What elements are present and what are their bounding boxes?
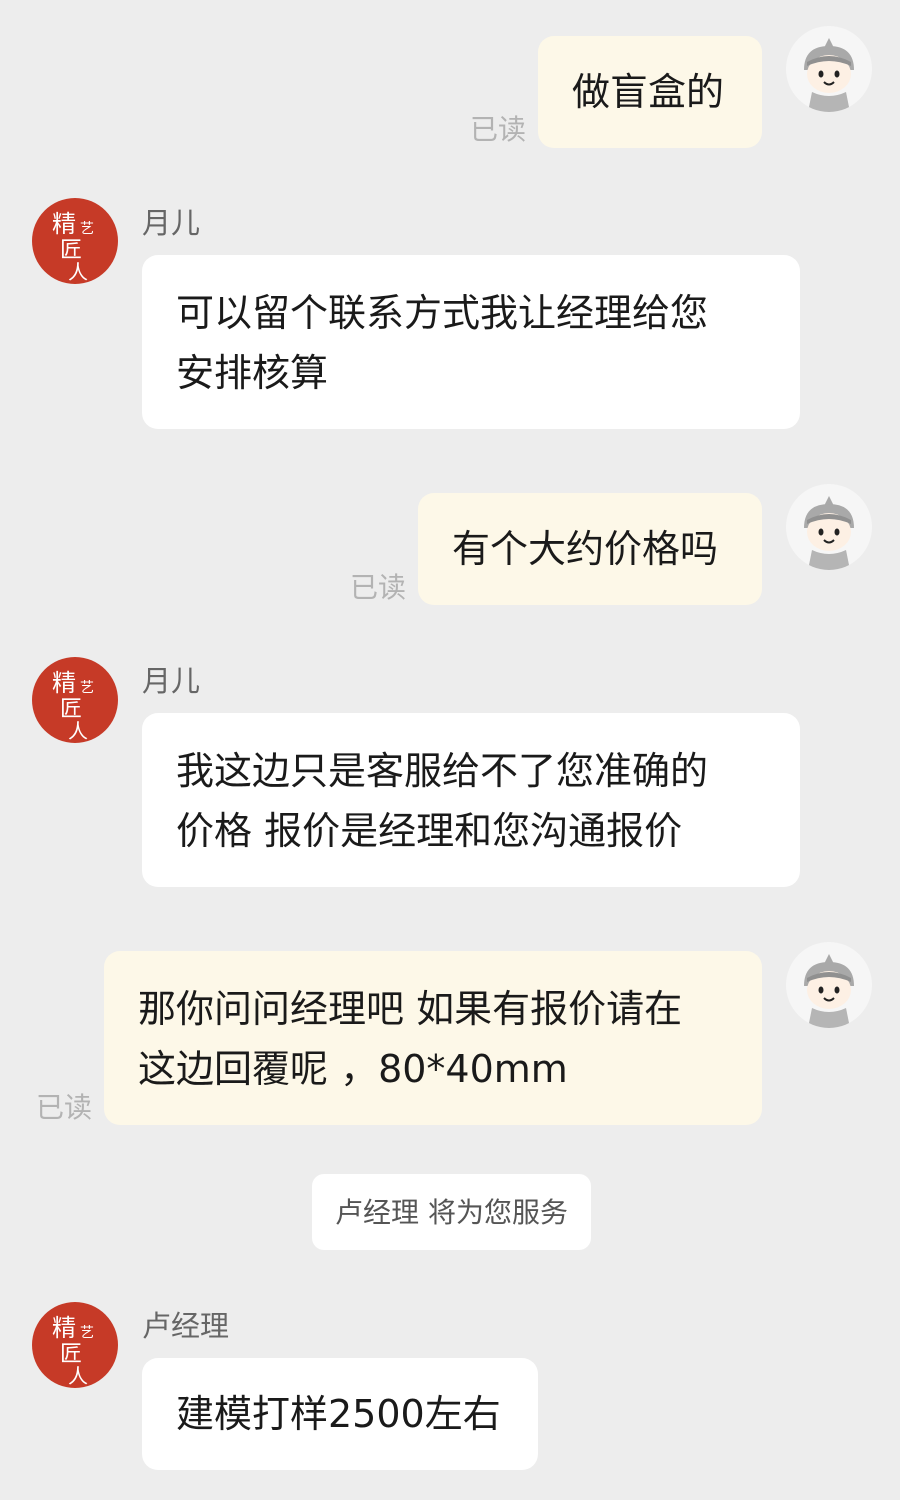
system-notice: 卢经理 将为您服务	[312, 1174, 591, 1250]
message-bubble[interactable]: 有个大约价格吗	[418, 493, 762, 605]
sender-name: 月儿	[142, 206, 201, 240]
shop-avatar[interactable]: 精 艺 匠 人	[32, 657, 118, 743]
read-receipt: 已读	[470, 113, 527, 146]
cartoon-avatar-icon	[804, 38, 854, 112]
message-bubble[interactable]: 我这边只是客服给不了您准确的 价格 报价是经理和您沟通报价	[142, 713, 800, 887]
cartoon-avatar-icon	[804, 954, 854, 1028]
sender-name: 月儿	[142, 664, 201, 698]
message-bubble[interactable]: 那你问问经理吧 如果有报价请在 这边回覆呢 ，80*40mm	[104, 951, 762, 1125]
user-avatar[interactable]	[786, 26, 872, 112]
read-receipt: 已读	[36, 1091, 93, 1124]
message-bubble[interactable]: 建模打样2500左右	[142, 1358, 538, 1470]
user-avatar[interactable]	[786, 942, 872, 1028]
read-receipt: 已读	[350, 571, 407, 604]
sender-name: 卢经理	[142, 1309, 230, 1343]
shop-avatar[interactable]: 精 艺 匠 人	[32, 198, 118, 284]
message-bubble[interactable]: 做盲盒的	[538, 36, 762, 148]
user-avatar[interactable]	[786, 484, 872, 570]
shop-avatar[interactable]: 精 艺 匠 人	[32, 1302, 118, 1388]
cartoon-avatar-icon	[804, 496, 854, 570]
message-bubble[interactable]: 可以留个联系方式我让经理给您 安排核算	[142, 255, 800, 429]
